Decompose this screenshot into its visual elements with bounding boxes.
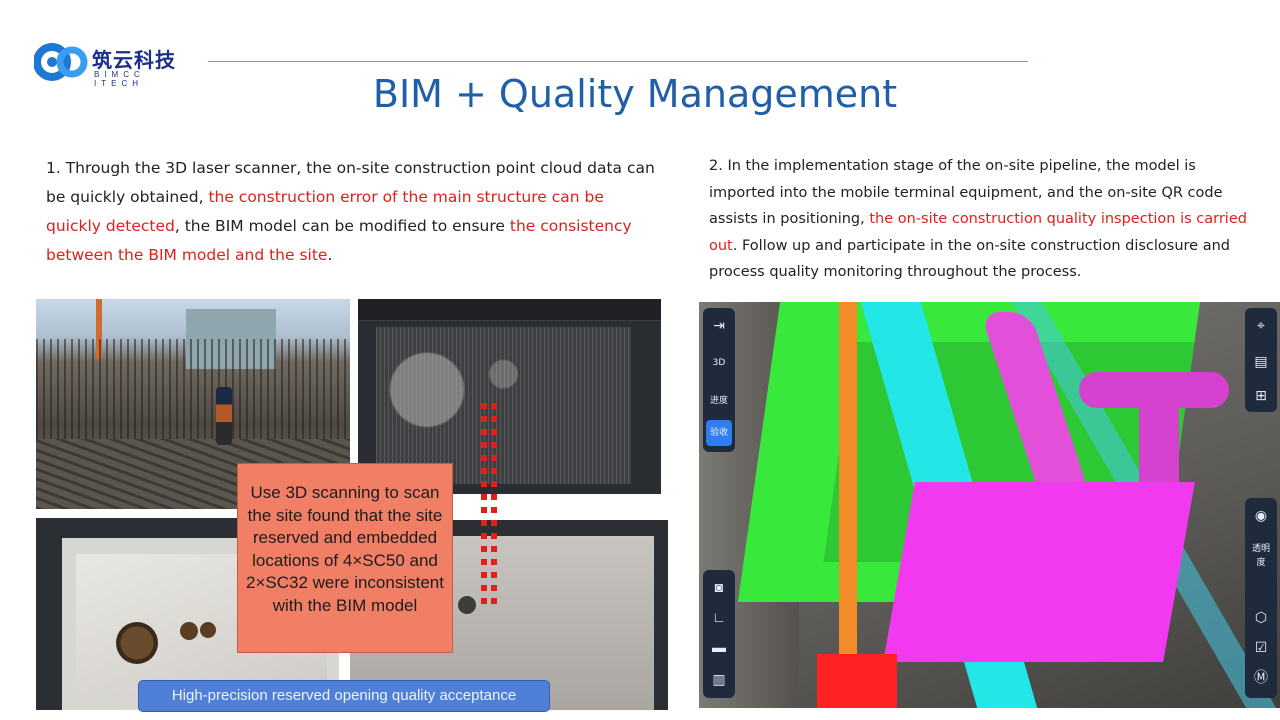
acceptance-button[interactable]: 验收 (706, 420, 732, 446)
paragraph-1-text-3: . (327, 246, 333, 264)
measure-icon[interactable]: ∟ (706, 604, 732, 630)
progress-button[interactable]: 进度 (706, 388, 732, 414)
model-left-sidebar (36, 538, 62, 710)
logo-name-cn: 筑云科技 (92, 48, 176, 72)
folder-icon[interactable]: ▬ (706, 634, 732, 660)
opening-small (458, 596, 476, 614)
model-right-sidebar (654, 536, 668, 710)
opening-small (200, 622, 216, 638)
dotted-connector-line (481, 403, 487, 605)
3d-view-icon[interactable]: 3D (706, 350, 732, 376)
add-icon[interactable]: ⊞ (1248, 382, 1274, 408)
right-toolbar-bottom: ◉ 透明度 ⬡ ☑ Ⓜ (1245, 498, 1277, 698)
paragraph-laser-scanning: 1. Through the 3D laser scanner, the on-… (46, 154, 661, 270)
mobile-bim-app-screenshot: ⇥ 3D 进度 验收 ◙ ∟ ▬ ▥ ⌖ ▤ ⊞ ◉ 透明度 ⬡ ☑ Ⓜ (699, 302, 1280, 708)
opening-large (116, 622, 158, 664)
right-toolbar-top: ⌖ ▤ ⊞ (1245, 308, 1277, 412)
left-toolbar-bottom: ◙ ∟ ▬ ▥ (703, 570, 735, 698)
page-title: BIM + Quality Management (372, 72, 898, 116)
map-icon[interactable]: ▥ (706, 666, 732, 692)
dotted-connector-line (491, 403, 497, 605)
model-pipe-orange (839, 302, 857, 708)
location-pin-icon[interactable]: ⌖ (1248, 312, 1274, 338)
cube-icon[interactable]: ⬡ (1248, 604, 1274, 630)
site-rebar (36, 339, 350, 449)
camera-icon[interactable]: ◙ (706, 574, 732, 600)
opening-small (180, 622, 198, 640)
paragraph-1-text-2: , the BIM model can be modified to ensur… (174, 217, 510, 235)
paragraph-2-text-2: . Follow up and participate in the on-si… (709, 237, 1230, 281)
model-equipment-magenta (883, 482, 1195, 662)
acceptance-caption: High-precision reserved opening quality … (138, 680, 550, 712)
transparency-slider[interactable]: 透明度 (1248, 538, 1274, 598)
exit-icon[interactable]: ⇥ (706, 312, 732, 338)
point-cloud-view (376, 327, 631, 484)
model-pipe-red (817, 654, 897, 708)
m-circle-icon[interactable]: Ⓜ (1248, 664, 1274, 690)
point-cloud-toolbar (358, 299, 661, 321)
title-divider (208, 61, 1028, 62)
scan-finding-callout: Use 3D scanning to scan the site found t… (237, 463, 453, 653)
check-document-icon[interactable]: ☑ (1248, 634, 1274, 660)
left-toolbar-top: ⇥ 3D 进度 验收 (703, 308, 735, 452)
eye-icon[interactable]: ◉ (1248, 502, 1274, 528)
site-worker (216, 387, 232, 445)
clipboard-icon[interactable]: ▤ (1248, 348, 1274, 374)
paragraph-pipeline-inspection: 2. In the implementation stage of the on… (709, 153, 1249, 286)
